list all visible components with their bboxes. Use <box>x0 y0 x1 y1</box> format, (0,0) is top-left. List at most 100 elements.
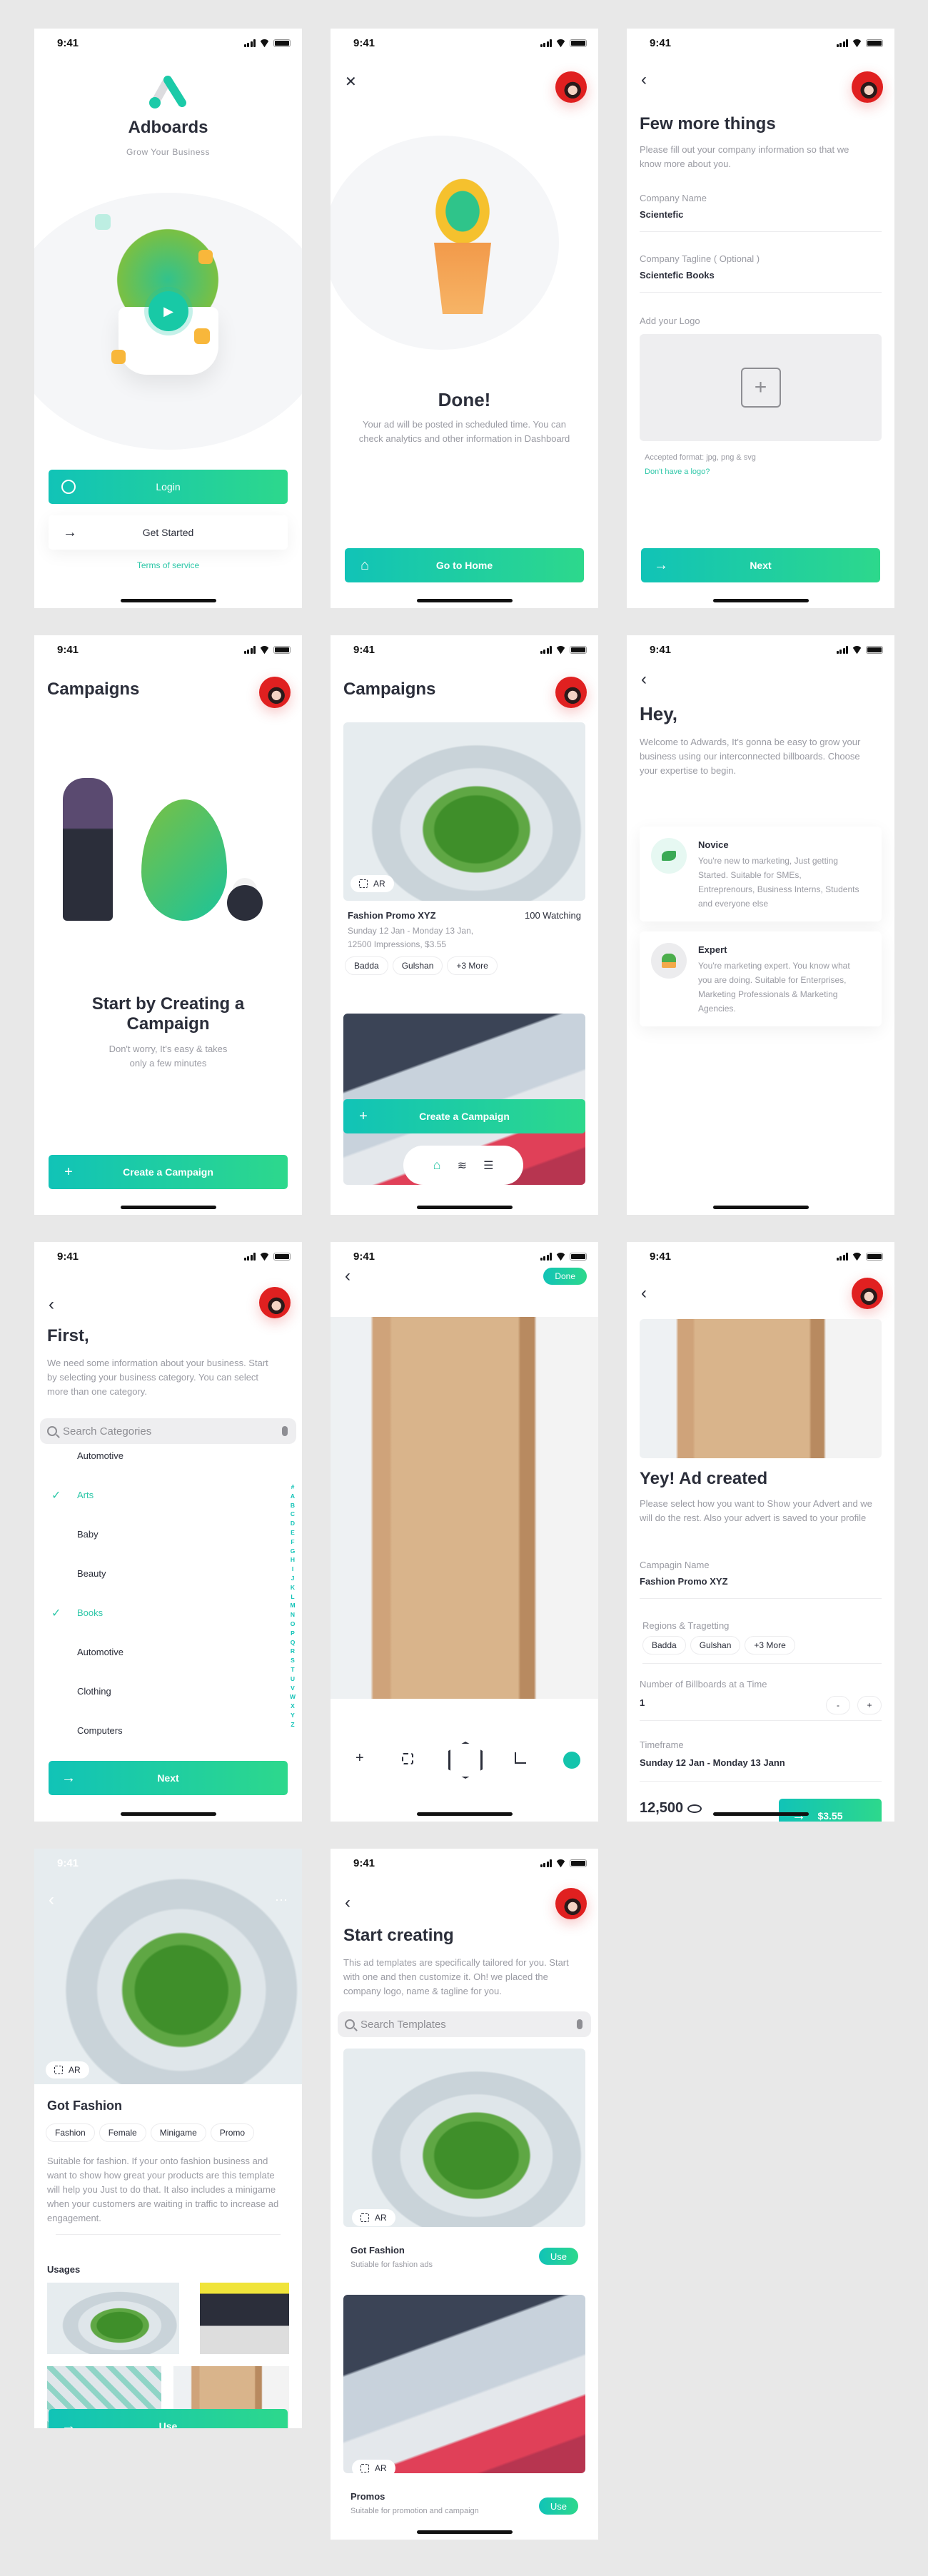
nav-list-icon[interactable]: ☰ <box>483 1158 493 1173</box>
campaign-name-value[interactable]: Fashion Promo XYZ <box>640 1576 882 1587</box>
alphabet-letter[interactable]: E <box>289 1528 296 1537</box>
alphabet-letter[interactable]: U <box>289 1675 296 1684</box>
tag-chip[interactable]: Promo <box>210 2123 255 2142</box>
alphabet-letter[interactable]: Y <box>289 1711 296 1720</box>
ar-badge[interactable]: AR <box>46 2061 89 2079</box>
alphabet-letter[interactable]: W <box>289 1692 296 1702</box>
no-logo-link[interactable]: Don't have a logo? <box>645 468 710 476</box>
create-campaign-button[interactable]: + Create a Campaign <box>343 1099 585 1133</box>
template-hero-image[interactable] <box>34 1849 302 2084</box>
back-icon[interactable]: ‹ <box>49 1296 63 1313</box>
ar-camera-view[interactable] <box>331 1317 598 1699</box>
region-chip[interactable]: Gulshan <box>690 1636 741 1655</box>
category-item[interactable]: Computers <box>77 1725 123 1736</box>
tag-chip[interactable]: Fashion <box>46 2123 95 2142</box>
mic-icon[interactable] <box>577 2019 582 2029</box>
alphabet-letter[interactable]: # <box>289 1483 296 1492</box>
usage-thumbnail[interactable] <box>200 2283 289 2354</box>
pay-button[interactable]: → $3.55 <box>779 1799 882 1822</box>
alphabet-letter[interactable]: G <box>289 1547 296 1556</box>
done-button[interactable]: Done <box>543 1268 587 1285</box>
category-item[interactable]: Arts <box>77 1490 94 1500</box>
template-image[interactable] <box>343 2049 585 2227</box>
go-home-button[interactable]: ⌂ Go to Home <box>345 548 584 582</box>
category-item[interactable]: Clothing <box>77 1686 111 1697</box>
alphabet-index[interactable]: # A B C D E F G H I J K L M N O P Q R S T U V W X Y Z <box>289 1483 296 1729</box>
company-name-value[interactable]: Scientefic <box>640 209 882 220</box>
region-chip[interactable]: Gulshan <box>392 956 443 975</box>
alphabet-letter[interactable]: M <box>289 1601 296 1610</box>
add-icon[interactable]: + <box>355 1750 364 1767</box>
mic-icon[interactable] <box>282 1426 288 1436</box>
use-template-button[interactable]: Use <box>538 2497 578 2515</box>
ar-badge[interactable]: AR <box>352 2460 395 2477</box>
alphabet-letter[interactable]: J <box>289 1574 296 1583</box>
decrement-button[interactable]: - <box>826 1696 850 1714</box>
get-started-button[interactable]: → Get Started <box>49 515 288 550</box>
avatar[interactable] <box>852 71 883 103</box>
alphabet-letter[interactable]: H <box>289 1555 296 1565</box>
terms-link[interactable]: Terms of service <box>34 560 302 570</box>
alphabet-letter[interactable]: X <box>289 1702 296 1711</box>
nav-home-icon[interactable]: ⌂ <box>433 1158 441 1173</box>
alphabet-letter[interactable]: C <box>289 1510 296 1519</box>
alphabet-letter[interactable]: P <box>289 1629 296 1638</box>
alphabet-letter[interactable]: Z <box>289 1720 296 1729</box>
tag-chip[interactable]: Female <box>99 2123 146 2142</box>
avatar[interactable] <box>555 677 587 708</box>
ar-badge[interactable]: AR <box>352 2209 395 2226</box>
category-item[interactable]: Beauty <box>77 1568 106 1579</box>
search-categories-input[interactable]: Search Categories <box>40 1418 296 1444</box>
alphabet-letter[interactable]: V <box>289 1684 296 1693</box>
tag-chip[interactable]: Minigame <box>150 2123 206 2142</box>
play-button[interactable]: ▶ <box>148 291 188 331</box>
search-templates-input[interactable]: Search Templates <box>338 2011 591 2037</box>
ar-cube-icon[interactable] <box>448 1742 483 1779</box>
alphabet-letter[interactable]: B <box>289 1501 296 1510</box>
alphabet-letter[interactable]: R <box>289 1647 296 1656</box>
expertise-option-expert[interactable]: Expert You're marketing expert. You know… <box>640 931 882 1026</box>
more-regions-chip[interactable]: +3 More <box>745 1636 795 1655</box>
category-item[interactable]: Books <box>77 1607 103 1618</box>
back-icon[interactable]: ‹ <box>345 1268 359 1285</box>
alphabet-letter[interactable]: T <box>289 1665 296 1675</box>
alphabet-letter[interactable]: L <box>289 1592 296 1602</box>
campaign-name-field[interactable]: Campagin Name Fashion Promo XYZ <box>640 1560 882 1599</box>
alphabet-letter[interactable]: O <box>289 1620 296 1629</box>
alphabet-letter[interactable]: A <box>289 1492 296 1501</box>
region-chip[interactable]: Badda <box>345 956 388 975</box>
increment-button[interactable]: + <box>857 1696 882 1714</box>
ad-preview-image[interactable] <box>640 1319 882 1458</box>
alphabet-letter[interactable]: S <box>289 1656 296 1665</box>
alphabet-letter[interactable]: K <box>289 1583 296 1592</box>
alphabet-letter[interactable]: D <box>289 1519 296 1528</box>
category-item[interactable]: Baby <box>77 1529 99 1540</box>
expertise-option-novice[interactable]: Novice You're new to marketing, Just get… <box>640 827 882 921</box>
back-icon[interactable]: ‹ <box>641 671 655 688</box>
more-icon[interactable]: ⋯ <box>275 1893 288 1908</box>
avatar[interactable] <box>259 1287 291 1318</box>
back-icon[interactable]: ‹ <box>641 1285 655 1302</box>
crop-icon[interactable] <box>515 1752 526 1764</box>
color-picker[interactable] <box>563 1752 580 1769</box>
alphabet-letter[interactable]: Q <box>289 1638 296 1647</box>
back-icon[interactable]: ‹ <box>345 1894 359 1911</box>
template-image[interactable] <box>343 2295 585 2473</box>
use-template-button[interactable]: Use <box>538 2248 578 2265</box>
back-icon[interactable]: ‹ <box>49 1891 63 1909</box>
region-chip[interactable]: Badda <box>642 1636 686 1655</box>
close-icon[interactable]: ✕ <box>345 73 357 91</box>
avatar[interactable] <box>555 1888 587 1919</box>
ar-badge[interactable]: AR <box>350 875 394 892</box>
company-name-field[interactable]: Company Name Scientefic <box>640 193 882 232</box>
timeframe-value[interactable]: Sunday 12 Jan - Monday 13 Jann <box>640 1757 785 1768</box>
category-item[interactable]: Automotive <box>77 1450 123 1461</box>
create-campaign-button[interactable]: + Create a Campaign <box>49 1155 288 1189</box>
logo-upload-area[interactable]: + <box>640 334 882 441</box>
focus-icon[interactable] <box>402 1753 413 1764</box>
use-template-button[interactable]: → Use <box>49 2409 288 2428</box>
category-item[interactable]: Automotive <box>77 1647 123 1657</box>
nav-analytics-icon[interactable]: ≋ <box>458 1158 467 1173</box>
alphabet-letter[interactable]: N <box>289 1610 296 1620</box>
login-button[interactable]: Login <box>49 470 288 504</box>
